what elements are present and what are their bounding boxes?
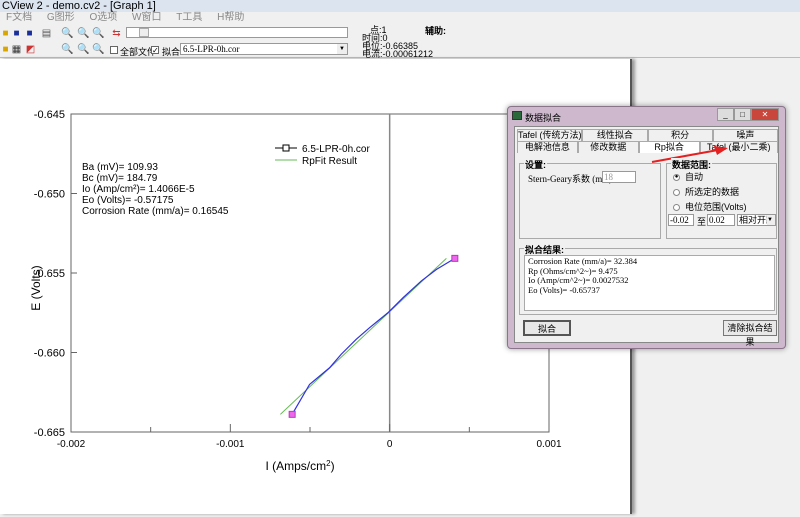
- data-fit-dialog: 数据拟合 _ □ ✕ Tafel (传统方法) 线性拟合 积分 噪声 电解池信息…: [507, 106, 786, 349]
- all-files-checkbox[interactable]: [110, 46, 118, 54]
- zoom-out-icon[interactable]: 🔍: [77, 44, 89, 55]
- x-tick-label: 0.001: [536, 439, 561, 450]
- zoom-in-icon[interactable]: 🔍: [61, 44, 73, 55]
- radio-potential-range[interactable]: 电位范围(Volts): [673, 202, 747, 212]
- annotation-ba: Ba (mV)= 109.93: [82, 162, 158, 173]
- chevron-down-icon[interactable]: ▼: [337, 44, 347, 54]
- point-scrollbar[interactable]: [126, 27, 348, 38]
- y-tick-label: -0.650: [34, 189, 65, 201]
- toolbar: ■ ■ ■ ▤ 🔍 🔍 🔍 ■ ▦ ◩ 🔍 🔍 🔍 ⇆ 全部文件 ✓ 拟合 6.…: [0, 24, 800, 59]
- menu-options[interactable]: O选项: [89, 12, 117, 24]
- settings-group: 设置: Stern-Geary系数 (mV) 18: [519, 158, 661, 239]
- fit-button[interactable]: 拟合: [523, 320, 571, 336]
- legend-label-fit: RpFit Result: [302, 156, 357, 167]
- maximize-button[interactable]: □: [734, 108, 751, 121]
- result-eo: Eo (Volts)= -0.65737: [528, 284, 600, 295]
- tab-linear-fit[interactable]: 线性拟合: [582, 129, 648, 141]
- print-icon[interactable]: ▤: [41, 28, 52, 39]
- graph-icon[interactable]: ◩: [25, 44, 36, 55]
- clear-results-button[interactable]: 清除拟合结果: [723, 320, 777, 347]
- menu-tools[interactable]: T工具: [176, 12, 202, 24]
- file-select-value: 6.5-LPR-0h.cor: [183, 44, 240, 54]
- menu-help[interactable]: H帮助: [217, 12, 244, 24]
- range-mode-select[interactable]: 相对开路 ▼: [737, 214, 776, 226]
- save-icon[interactable]: ■: [11, 28, 22, 39]
- x-axis-label: I (Amps/cm2): [265, 459, 334, 474]
- scroll-thumb[interactable]: [139, 28, 149, 37]
- table-icon[interactable]: ▦: [11, 44, 22, 55]
- window-title: CView 2 - demo.cv2 - [Graph 1]: [0, 0, 800, 12]
- radio-auto[interactable]: ● 自动: [673, 172, 703, 182]
- y-tick-label: -0.645: [34, 109, 65, 121]
- menu-bar: F文档 G图形 O选项 W窗口 T工具 H帮助: [0, 12, 800, 24]
- tab-tafel-traditional[interactable]: Tafel (传统方法): [517, 129, 583, 141]
- file-select[interactable]: 6.5-LPR-0h.cor ▼: [180, 43, 348, 55]
- zoom-c-icon[interactable]: 🔍: [92, 28, 104, 39]
- open-icon[interactable]: ■: [0, 28, 11, 39]
- legend-label-data: 6.5-LPR-0h.cor: [302, 144, 370, 155]
- fit-label: 拟合: [162, 47, 181, 57]
- y-tick-label: -0.665: [34, 427, 65, 439]
- dialog-body: Tafel (传统方法) 线性拟合 积分 噪声 电解池信息 修改数据 Rp拟合 …: [514, 126, 779, 347]
- range-title: 数据范围:: [671, 158, 712, 171]
- tab-cell-info[interactable]: 电解池信息: [517, 141, 578, 153]
- radio-selected-label: 所选定的数据: [685, 187, 740, 197]
- swap-icon[interactable]: ⇆: [111, 28, 122, 39]
- radio-dot: [673, 189, 680, 197]
- zoom-b-icon[interactable]: 🔍: [77, 28, 89, 39]
- menu-graph[interactable]: G图形: [47, 12, 75, 24]
- aux-readout: 辅助:: [425, 26, 446, 36]
- new-icon[interactable]: ■: [0, 44, 11, 55]
- data-line: [291, 257, 456, 415]
- app-icon: [512, 111, 522, 120]
- settings-title: 设置:: [524, 158, 547, 171]
- current-readout: 电流:-0.00061212: [362, 49, 434, 59]
- dialog-title: 数据拟合: [525, 113, 562, 123]
- x-tick-label: -0.001: [216, 439, 245, 450]
- radio-selected-data[interactable]: 所选定的数据: [673, 187, 739, 197]
- zoom-fit-icon[interactable]: 🔍: [92, 44, 104, 55]
- legend-marker: [282, 144, 290, 152]
- chevron-down-icon[interactable]: ▼: [767, 215, 775, 225]
- radio-dot: [673, 204, 680, 212]
- range-to-label: 至: [697, 217, 707, 227]
- annotation-io: Io (Amp/cm²)= 1.4066E-5: [82, 184, 195, 195]
- data-range-group: 数据范围: ● 自动 所选定的数据 电位范围(Volts) -0.02 至 0.0…: [666, 158, 777, 239]
- fit-checkbox[interactable]: ✓: [151, 46, 159, 55]
- y-tick-label: -0.660: [34, 348, 65, 360]
- data-endpoint-marker: [451, 254, 459, 262]
- x-tick-label: 0: [387, 439, 393, 450]
- radio-auto-label: 自动: [685, 172, 704, 182]
- data-endpoint-marker: [288, 410, 296, 418]
- minimize-button[interactable]: _: [717, 108, 734, 121]
- range-to-input[interactable]: 0.02: [707, 214, 735, 226]
- y-axis-label: E (Volts): [29, 265, 43, 310]
- annotation-corrosion-rate: Corrosion Rate (mm/a)= 0.16545: [82, 206, 229, 217]
- fit-annotations: Ba (mV)= 109.93 Bc (mV)= 184.79 Io (Amp/…: [82, 162, 229, 217]
- tab-integral[interactable]: 积分: [647, 129, 713, 141]
- tab-noise[interactable]: 噪声: [712, 129, 778, 141]
- results-group: 拟合结果: Corrosion Rate (mm/a)= 32.384 Rp (…: [519, 243, 777, 315]
- range-from-input[interactable]: -0.02: [668, 214, 694, 226]
- stern-geary-input[interactable]: 18: [602, 171, 636, 183]
- radio-potential-label: 电位范围(Volts): [685, 202, 747, 212]
- x-tick-label: -0.002: [57, 439, 86, 450]
- radio-dot: ●: [673, 174, 680, 182]
- close-button[interactable]: ✕: [751, 108, 779, 121]
- save-as-icon[interactable]: ■: [24, 28, 35, 39]
- zoom-a-icon[interactable]: 🔍: [61, 28, 73, 39]
- results-textbox[interactable]: Corrosion Rate (mm/a)= 32.384 Rp (Ohms/c…: [524, 255, 775, 311]
- menu-window[interactable]: W窗口: [132, 12, 161, 24]
- annotation-eo: Eo (Volts)= -0.57175: [82, 195, 174, 206]
- tab-bar: Tafel (传统方法) 线性拟合 积分 噪声 电解池信息 修改数据 Rp拟合 …: [517, 129, 779, 153]
- menu-file[interactable]: F文档: [6, 12, 32, 24]
- annotation-bc: Bc (mV)= 184.79: [82, 173, 158, 184]
- tab-modify-data[interactable]: 修改数据: [577, 141, 639, 153]
- stern-geary-label: Stern-Geary系数 (mV): [528, 174, 612, 184]
- legend: 6.5-LPR-0h.cor RpFit Result: [275, 144, 370, 167]
